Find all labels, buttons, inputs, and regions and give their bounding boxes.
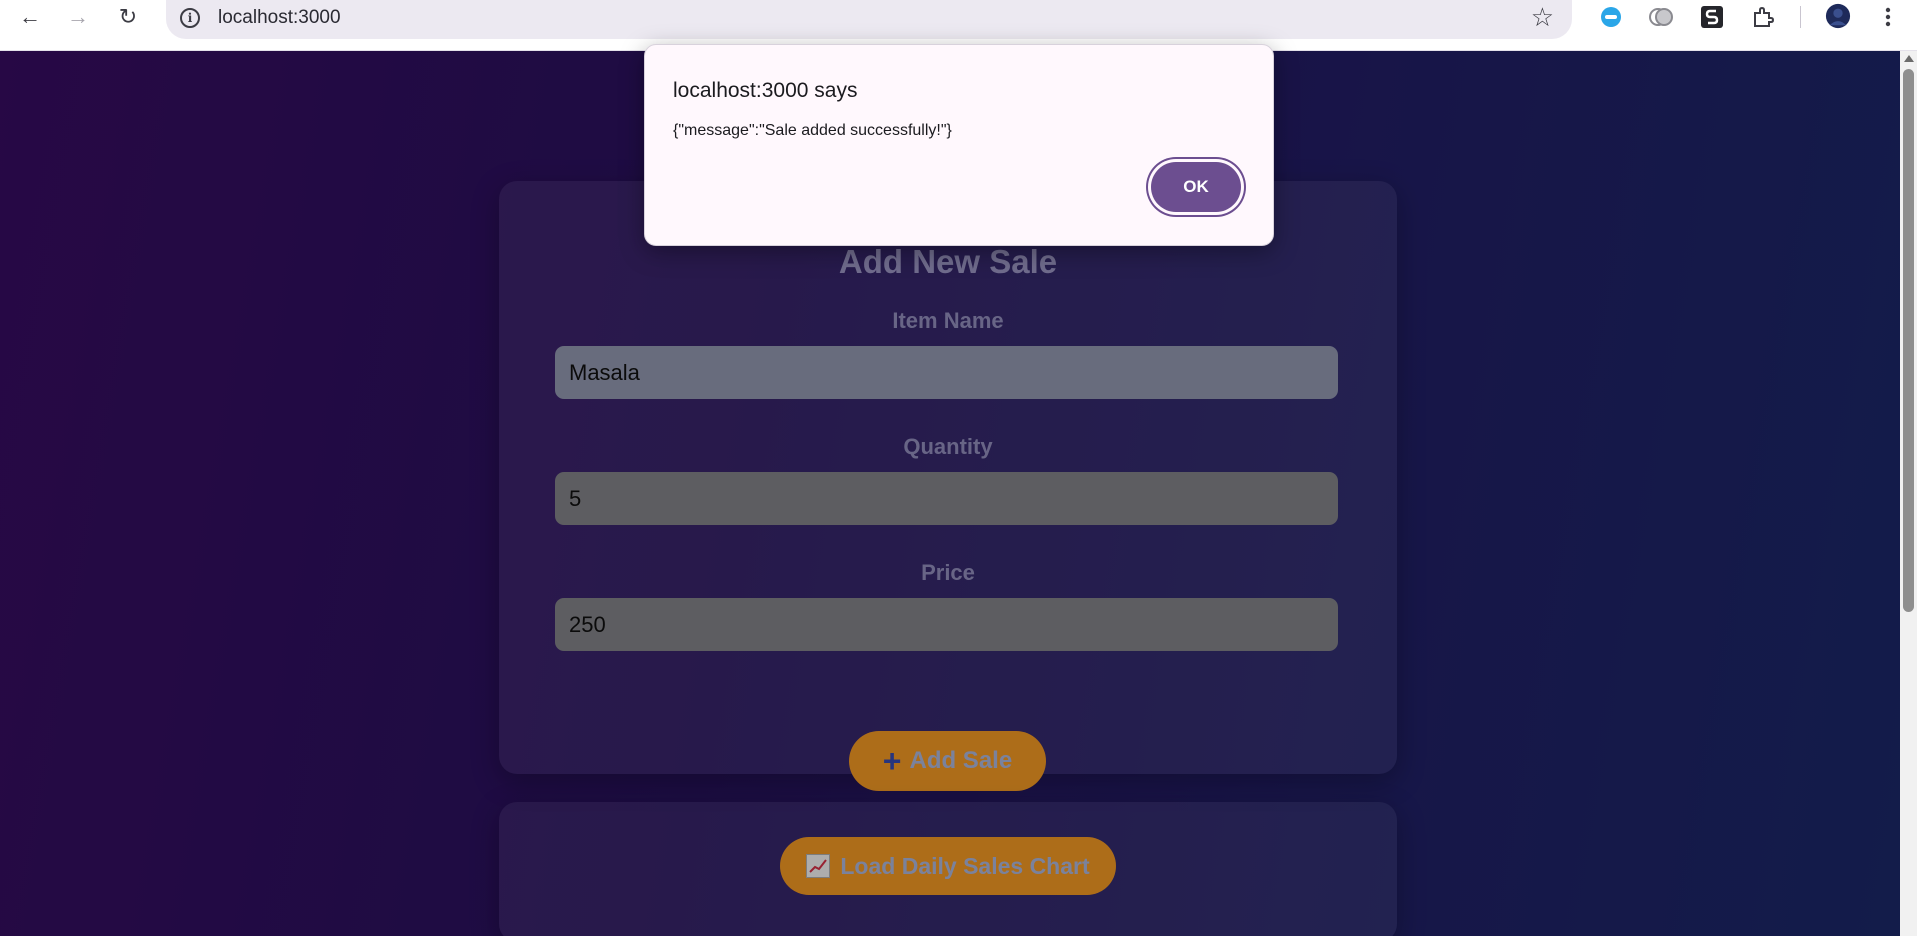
toolbar-divider (1800, 6, 1801, 28)
reload-button[interactable]: ↻ (108, 0, 148, 34)
reload-icon: ↻ (118, 4, 138, 29)
back-button[interactable]: ← (10, 0, 50, 34)
more-vertical-icon[interactable] (1875, 4, 1901, 30)
arrow-left-icon: ← (19, 4, 41, 29)
gemini-extension-icon[interactable] (1648, 4, 1674, 30)
page-scrollbar[interactable] (1900, 51, 1917, 936)
scrollbar-thumb[interactable] (1903, 69, 1914, 612)
avatar[interactable] (1825, 3, 1851, 29)
ai-chat-extension-icon[interactable] (1598, 4, 1624, 30)
ok-button[interactable]: OK (1151, 162, 1241, 212)
dialog-title: localhost:3000 says (673, 79, 858, 102)
alert-dialog: localhost:3000 says {"message":"Sale add… (644, 44, 1274, 246)
script-extension-icon[interactable] (1699, 4, 1725, 30)
forward-button[interactable]: → (58, 0, 98, 34)
scroll-up-arrow-icon[interactable] (1904, 55, 1914, 62)
address-bar[interactable]: i localhost:3000 ☆ (166, 0, 1572, 39)
url-text[interactable]: localhost:3000 (218, 7, 341, 29)
site-info-icon[interactable]: i (180, 8, 200, 28)
arrow-right-icon: → (67, 4, 89, 29)
star-icon[interactable]: ☆ (1531, 2, 1554, 33)
dialog-message: {"message":"Sale added successfully!"} (673, 122, 952, 139)
puzzle-extensions-icon[interactable] (1750, 4, 1776, 30)
